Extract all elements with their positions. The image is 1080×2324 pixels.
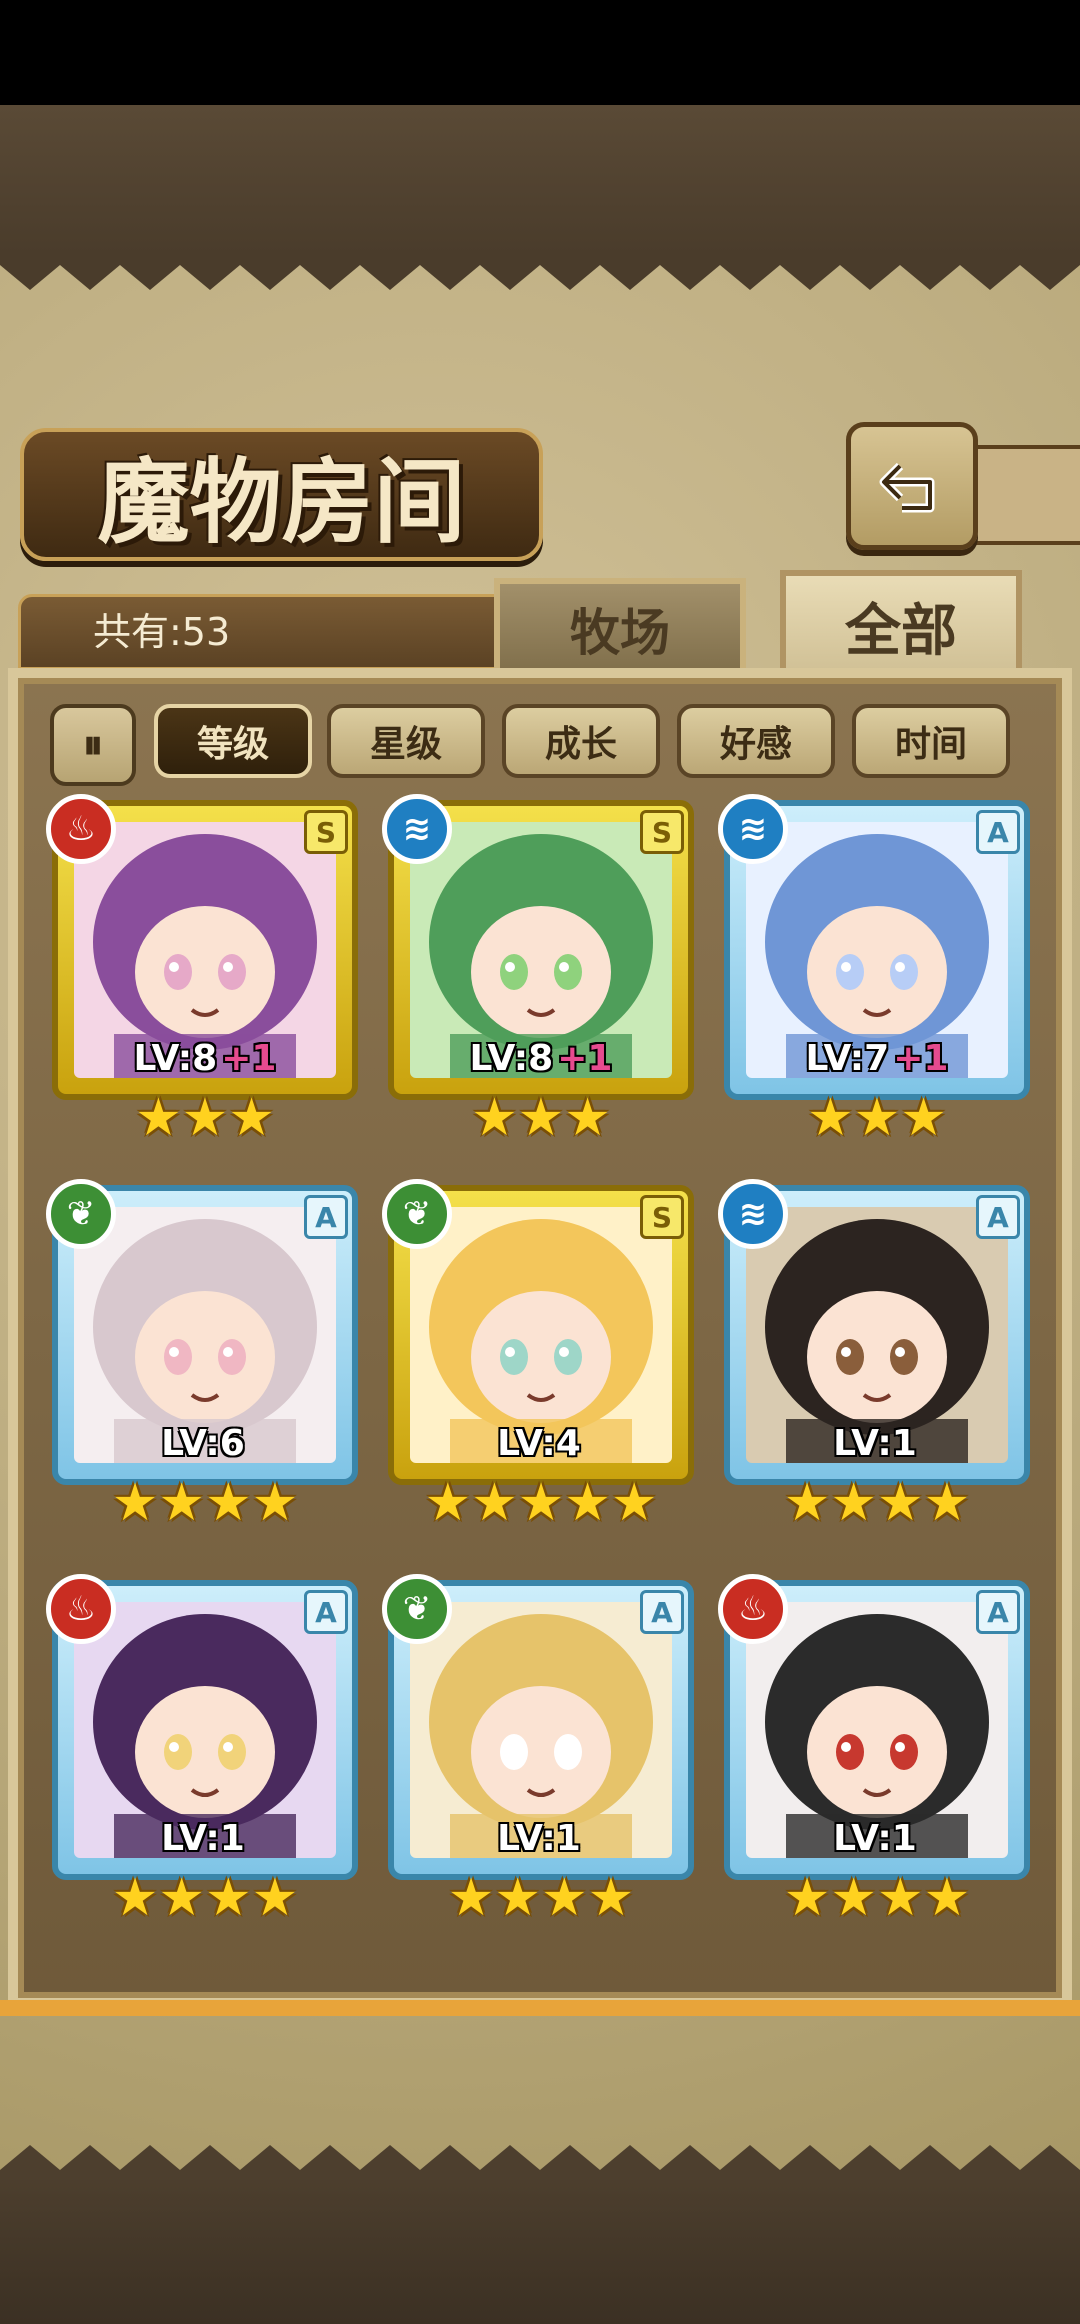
star-rating: ★★★★ (111, 1473, 299, 1533)
sort-time-button[interactable]: 时间 (852, 704, 1010, 778)
sort-order-toggle[interactable]: ⏸ (50, 704, 136, 786)
monster-card[interactable]: S ≋ LV:8 +1 ★★★ (382, 794, 694, 1146)
leaf-element-icon: ❦ (382, 1574, 452, 1644)
sort-star-button[interactable]: 星级 (327, 704, 485, 778)
rank-badge: S (640, 1195, 684, 1239)
level-text: LV:8 (133, 1038, 218, 1079)
title-plate: 魔物房间 (20, 428, 543, 561)
monster-level: LV:1 (388, 1818, 694, 1859)
level-text: LV:4 (497, 1423, 581, 1464)
star-rating: ★★★ (135, 1088, 275, 1148)
level-text: LV:8 (469, 1038, 554, 1079)
bottom-torn-edge (0, 2145, 1080, 2180)
monster-level: LV:7 +1 (724, 1038, 1030, 1079)
level-text: LV:6 (161, 1423, 245, 1464)
background-top (0, 105, 1080, 255)
rank-badge: A (976, 1195, 1020, 1239)
monster-count: 共有:53 (93, 610, 231, 654)
monster-card[interactable]: A ♨ LV:1 ★★★★ (46, 1574, 358, 1926)
monster-level: LV:8 +1 (388, 1038, 694, 1079)
sort-growth-button[interactable]: 成长 (502, 704, 660, 778)
return-arrow-icon (879, 462, 935, 513)
level-text: LV:7 (805, 1038, 890, 1079)
water-element-icon: ≋ (718, 1179, 788, 1249)
level-text: LV:1 (833, 1423, 917, 1464)
monster-level: LV:8 +1 (52, 1038, 358, 1079)
level-text: LV:1 (497, 1818, 581, 1859)
top-torn-edge (0, 255, 1080, 290)
rank-badge: A (304, 1590, 348, 1634)
monster-level: LV:1 (724, 1423, 1030, 1464)
monster-card[interactable]: S ♨ LV:8 +1 ★★★ (46, 794, 358, 1146)
page-title: 魔物房间 (97, 448, 466, 556)
level-bonus: +1 (557, 1038, 613, 1079)
rank-badge: A (976, 1590, 1020, 1634)
pause-like-icon: ⏸ (83, 722, 103, 768)
back-button-bar (968, 445, 1080, 545)
monster-level: LV:4 (388, 1423, 694, 1464)
star-rating: ★★★★ (783, 1473, 971, 1533)
monster-card[interactable]: S ❦ LV:4 ★★★★★ (382, 1179, 694, 1531)
star-rating: ★★★ (807, 1088, 947, 1148)
monster-card[interactable]: A ♨ LV:1 ★★★★ (718, 1574, 1030, 1926)
fire-element-icon: ♨ (46, 1574, 116, 1644)
sort-affection-button[interactable]: 好感 (677, 704, 835, 778)
water-element-icon: ≋ (382, 794, 452, 864)
rank-badge: A (304, 1195, 348, 1239)
fire-element-icon: ♨ (46, 794, 116, 864)
monster-card[interactable]: A ❦ LV:1 ★★★★ (382, 1574, 694, 1926)
fire-element-icon: ♨ (718, 1574, 788, 1644)
status-bar (0, 0, 1080, 105)
star-rating: ★★★ (471, 1088, 611, 1148)
monster-card[interactable]: A ≋ LV:7 +1 ★★★ (718, 794, 1030, 1146)
tab-all[interactable]: 全部 (780, 570, 1022, 676)
panel-bottom-trim (0, 2000, 1080, 2016)
level-bonus: +1 (893, 1038, 949, 1079)
rank-badge: S (640, 810, 684, 854)
level-text: LV:1 (161, 1818, 245, 1859)
monster-level: LV:1 (52, 1818, 358, 1859)
rank-badge: A (976, 810, 1020, 854)
monster-level: LV:6 (52, 1423, 358, 1464)
monster-card[interactable]: A ≋ LV:1 ★★★★ (718, 1179, 1030, 1531)
star-rating: ★★★★ (447, 1868, 635, 1928)
star-rating: ★★★★ (111, 1868, 299, 1928)
tab-pasture[interactable]: 牧场 (494, 578, 746, 674)
leaf-element-icon: ❦ (46, 1179, 116, 1249)
water-element-icon: ≋ (718, 794, 788, 864)
background-bottom (0, 2175, 1080, 2324)
level-bonus: +1 (221, 1038, 277, 1079)
monster-card[interactable]: A ❦ LV:6 ★★★★ (46, 1179, 358, 1531)
rank-badge: A (640, 1590, 684, 1634)
back-button[interactable] (846, 422, 978, 550)
leaf-element-icon: ❦ (382, 1179, 452, 1249)
level-text: LV:1 (833, 1818, 917, 1859)
sort-level-button[interactable]: 等级 (154, 704, 312, 778)
monster-level: LV:1 (724, 1818, 1030, 1859)
star-rating: ★★★★★ (424, 1473, 658, 1533)
star-rating: ★★★★ (783, 1868, 971, 1928)
rank-badge: S (304, 810, 348, 854)
